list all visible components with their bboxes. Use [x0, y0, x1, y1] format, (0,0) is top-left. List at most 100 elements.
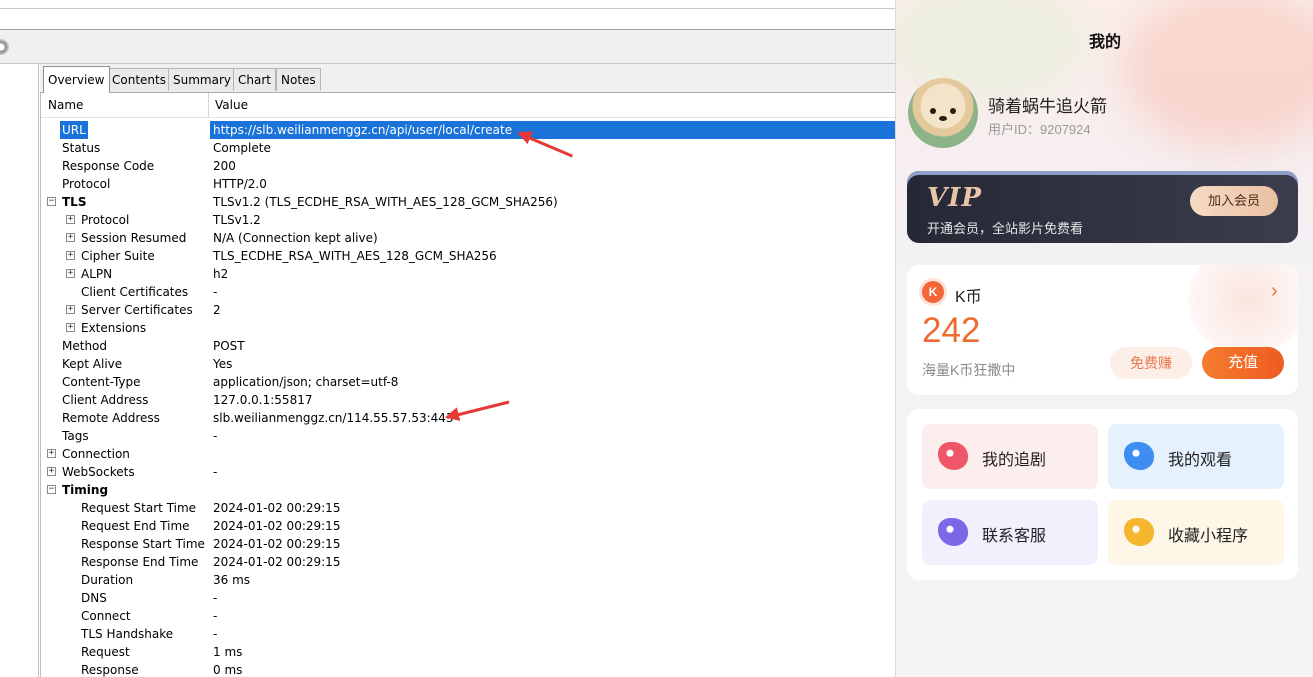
- table-row[interactable]: Response Code 200: [41, 157, 895, 175]
- row-name: Client Address: [62, 393, 149, 407]
- table-row[interactable]: Client Address 127.0.0.1:55817: [41, 391, 895, 409]
- k-coin-card[interactable]: K K币 › 242 海量K币狂撒中 免费赚 充值: [907, 265, 1298, 395]
- table-row[interactable]: Client Certificates -: [41, 283, 895, 301]
- row-value: 127.0.0.1:55817: [213, 393, 313, 407]
- table-row[interactable]: + Connection: [41, 445, 895, 463]
- expand-toggle-icon[interactable]: +: [66, 323, 75, 332]
- row-name: Method: [62, 339, 108, 353]
- table-row[interactable]: Method POST: [41, 337, 895, 355]
- session-tree-pane[interactable]: [0, 64, 39, 677]
- row-value: 200: [213, 159, 236, 173]
- row-value: N/A (Connection kept alive): [213, 231, 378, 245]
- tile-label: 我的追剧: [982, 452, 1047, 469]
- row-value: Complete: [213, 141, 271, 155]
- table-row[interactable]: Content-Type application/json; charset=ut…: [41, 373, 895, 391]
- avatar[interactable]: [908, 78, 978, 148]
- recharge-button[interactable]: 充值: [1202, 347, 1284, 379]
- row-name: Kept Alive: [62, 357, 123, 371]
- tile-label: 联系客服: [982, 528, 1047, 545]
- table-row[interactable]: + WebSockets -: [41, 463, 895, 481]
- column-divider[interactable]: [208, 93, 209, 117]
- expand-toggle-icon[interactable]: +: [66, 233, 75, 242]
- row-value: 2024-01-02 00:29:15: [213, 501, 341, 515]
- table-row[interactable]: Kept Alive Yes: [41, 355, 895, 373]
- column-header-name[interactable]: Name: [48, 98, 83, 112]
- user-id: 用户ID：9207924: [988, 122, 1091, 137]
- row-value: 2024-01-02 00:29:15: [213, 537, 341, 551]
- collapse-toggle-icon[interactable]: −: [47, 485, 56, 494]
- table-row[interactable]: Request End Time 2024-01-02 00:29:15: [41, 517, 895, 535]
- table-row[interactable]: − Timing: [41, 481, 895, 499]
- table-row[interactable]: + Server Certificates 2: [41, 301, 895, 319]
- table-row[interactable]: Request 1 ms: [41, 643, 895, 661]
- expand-toggle-icon[interactable]: +: [66, 215, 75, 224]
- network-inspector: Overview Contents Summary Chart Notes Na…: [0, 0, 895, 677]
- tile-watch-history[interactable]: 我的观看: [1108, 424, 1284, 489]
- join-vip-button[interactable]: 加入会员: [1190, 186, 1278, 216]
- table-row[interactable]: + Extensions: [41, 319, 895, 337]
- table-row[interactable]: Duration 36 ms: [41, 571, 895, 589]
- row-name: URL: [60, 121, 88, 139]
- table-row[interactable]: Protocol HTTP/2.0: [41, 175, 895, 193]
- tab-overview[interactable]: Overview: [43, 66, 110, 93]
- table-row[interactable]: Connect -: [41, 607, 895, 625]
- table-row[interactable]: + ALPN h2: [41, 265, 895, 283]
- avatar-nose: [939, 116, 947, 121]
- tile-favorite-miniprogram[interactable]: 收藏小程序: [1108, 500, 1284, 565]
- tile-customer-service[interactable]: 联系客服: [922, 500, 1098, 565]
- row-value: POST: [213, 339, 245, 353]
- vip-banner[interactable]: VIP 开通会员，全站影片免费看 加入会员: [907, 171, 1298, 243]
- avatar-eye: [950, 108, 956, 114]
- earn-free-button[interactable]: 免费赚: [1110, 347, 1192, 379]
- table-header: Name Value: [41, 93, 895, 118]
- vip-logo: VIP: [927, 183, 982, 213]
- row-name: Response End Time: [81, 555, 199, 569]
- heart-icon: [938, 442, 968, 470]
- row-name: Session Resumed: [81, 231, 187, 245]
- table-row[interactable]: Status Complete: [41, 139, 895, 157]
- tab-summary[interactable]: Summary: [168, 68, 236, 91]
- settings-gear-icon[interactable]: [0, 39, 9, 55]
- chevron-right-icon[interactable]: ›: [1271, 280, 1278, 303]
- avatar-eye: [930, 108, 936, 114]
- row-value: -: [213, 465, 218, 479]
- username[interactable]: 骑着蜗牛追火箭: [988, 92, 1107, 117]
- expand-toggle-icon[interactable]: +: [66, 305, 75, 314]
- expand-toggle-icon[interactable]: +: [66, 269, 75, 278]
- row-value: 2024-01-02 00:29:15: [213, 519, 341, 533]
- column-header-value[interactable]: Value: [215, 98, 248, 112]
- tab-chart[interactable]: Chart: [233, 68, 276, 91]
- table-row[interactable]: URL https://slb.weilianmenggz.cn/api/user…: [41, 121, 895, 139]
- table-row[interactable]: DNS -: [41, 589, 895, 607]
- mobile-profile-page: 我的 骑着蜗牛追火箭 用户ID：9207924 VIP 开通会员，全站影片免费看…: [895, 0, 1313, 677]
- tv-icon: [1124, 442, 1154, 470]
- row-value: -: [213, 429, 218, 443]
- table-row[interactable]: − TLS TLSv1.2 (TLS_ECDHE_RSA_WITH_AES_128_…: [41, 193, 895, 211]
- table-row[interactable]: TLS Handshake -: [41, 625, 895, 643]
- row-name: Duration: [81, 573, 134, 587]
- collapse-toggle-icon[interactable]: −: [47, 197, 56, 206]
- table-row[interactable]: Response Start Time 2024-01-02 00:29:15: [41, 535, 895, 553]
- tab-contents[interactable]: Contents: [107, 68, 171, 91]
- tile-my-series[interactable]: 我的追剧: [922, 424, 1098, 489]
- table-row[interactable]: Response End Time 2024-01-02 00:29:15: [41, 553, 895, 571]
- table-row[interactable]: + Cipher Suite TLS_ECDHE_RSA_WITH_AES_128_…: [41, 247, 895, 265]
- row-name: TLS Handshake: [81, 627, 174, 641]
- table-row[interactable]: + Protocol TLSv1.2: [41, 211, 895, 229]
- row-value: TLS_ECDHE_RSA_WITH_AES_128_GCM_SHA256: [213, 249, 497, 263]
- background-decoration: [1123, 0, 1313, 150]
- table-row[interactable]: Tags -: [41, 427, 895, 445]
- tab-notes[interactable]: Notes: [276, 68, 321, 91]
- row-name: Timing: [62, 483, 109, 497]
- k-coin-subtitle: 海量K币狂撒中: [922, 362, 1016, 378]
- expand-toggle-icon[interactable]: +: [66, 251, 75, 260]
- expand-toggle-icon[interactable]: +: [47, 449, 56, 458]
- table-row[interactable]: + Session Resumed N/A (Connection kept ali…: [41, 229, 895, 247]
- detail-tabs: Overview Contents Summary Chart Notes: [40, 64, 895, 93]
- row-value: TLSv1.2 (TLS_ECDHE_RSA_WITH_AES_128_GCM_…: [213, 195, 558, 209]
- row-value: -: [213, 609, 218, 623]
- table-row[interactable]: Request Start Time 2024-01-02 00:29:15: [41, 499, 895, 517]
- row-name: Content-Type: [62, 375, 141, 389]
- table-row[interactable]: Response 0 ms: [41, 661, 895, 677]
- expand-toggle-icon[interactable]: +: [47, 467, 56, 476]
